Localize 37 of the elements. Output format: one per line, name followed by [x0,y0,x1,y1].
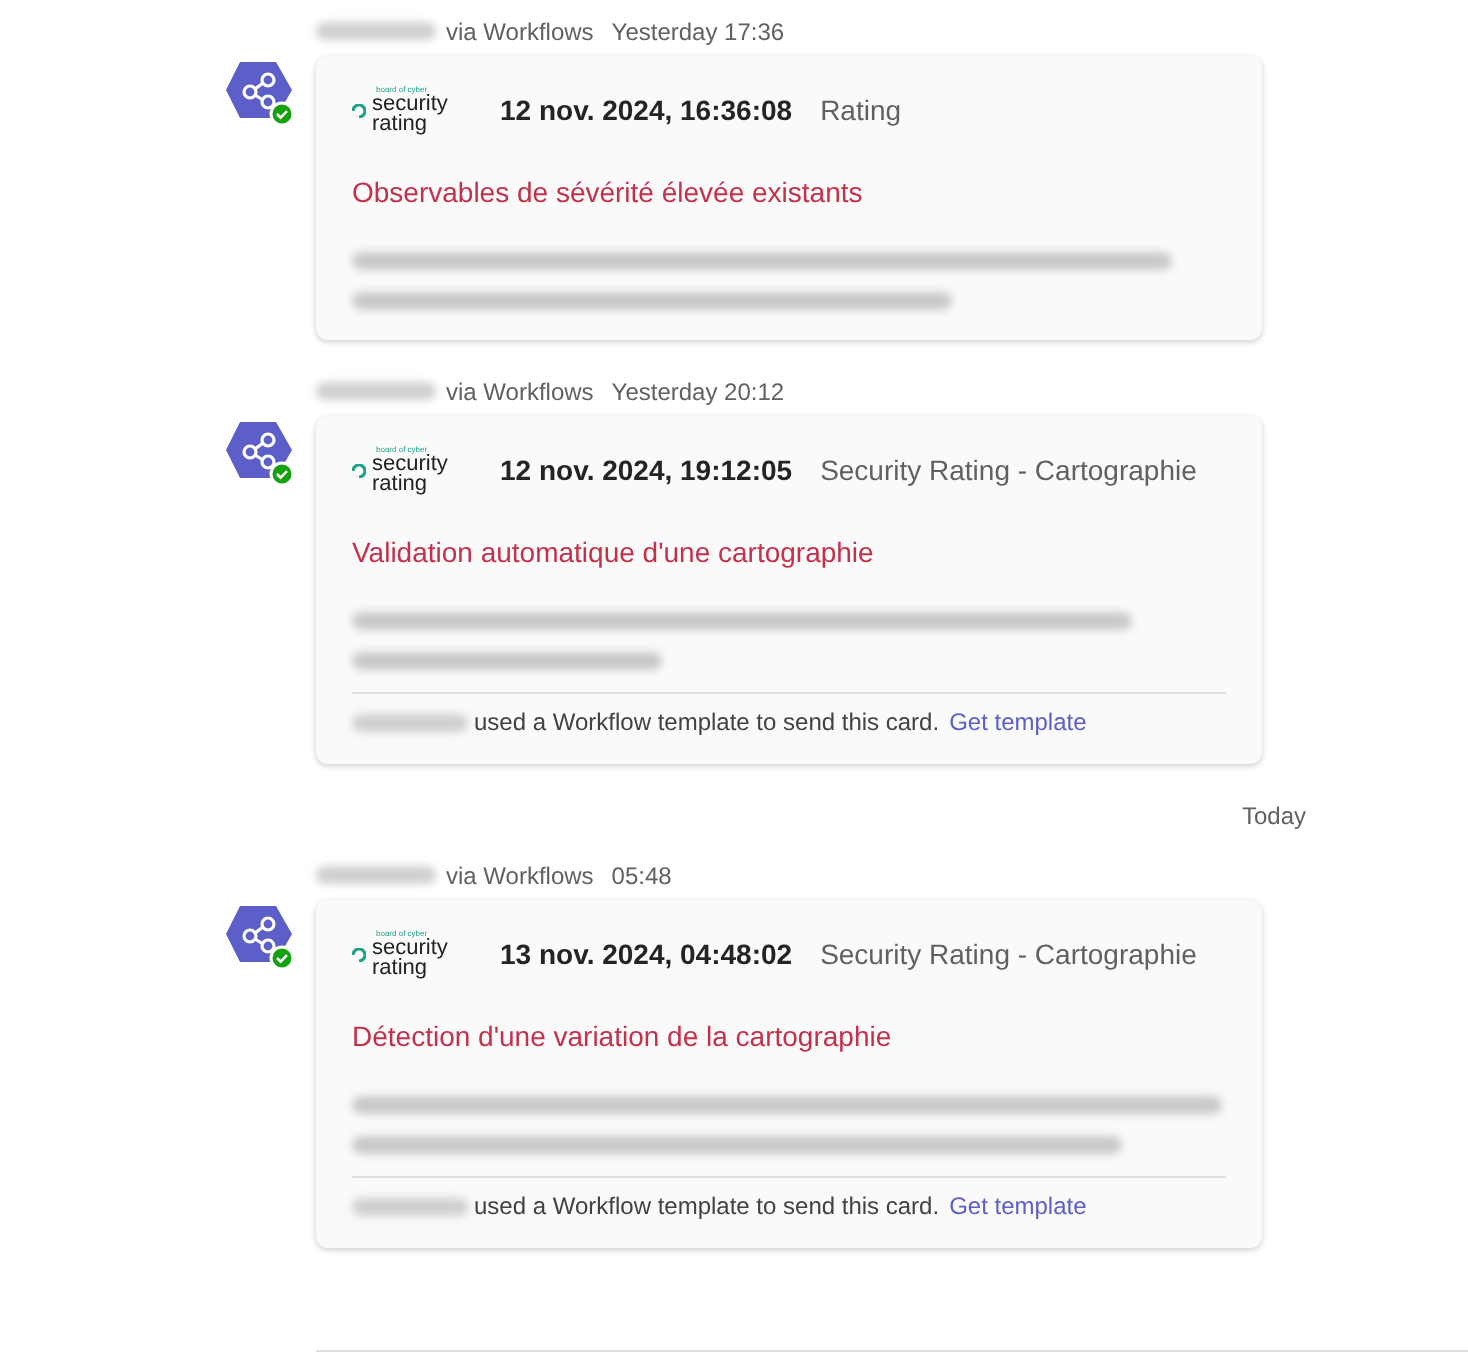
blurred-sender [316,866,436,884]
card-category: Security Rating - Cartographie [820,935,1197,974]
logo-text: rating [372,474,428,494]
blurred-sender [352,1197,468,1215]
via-label: via Workflows [446,375,594,409]
footer-text: used a Workflow template to send this card. [474,706,940,740]
logo-text: rating [372,958,428,978]
blurred-sender [316,22,436,40]
card-date: 13 nov. 2024, 04:48:02 [500,935,793,973]
card-category: Security Rating - Cartographie [820,451,1197,490]
logo-mark-icon [352,463,366,477]
logo-text: security [372,94,448,114]
blurred-sender [352,713,468,731]
via-label: via Workflows [446,859,594,893]
card-title: Observables de sévérité élevée existants [352,174,865,212]
card-title: Détection d'une variation de la cartographie [352,1018,894,1056]
get-template-link[interactable]: Get template [949,704,1087,740]
timestamp: 05:48 [611,859,672,893]
card-date: 12 nov. 2024, 19:12:05 [500,451,793,489]
logo-mark-icon [352,103,366,117]
logo-text: rating [372,114,428,134]
workflow-avatar-icon [224,904,296,972]
workflow-avatar-icon [224,60,296,128]
card-date: 12 nov. 2024, 16:36:08 [500,91,793,129]
footer-text: used a Workflow template to send this card. [474,1190,940,1224]
logo-text: security [372,938,448,958]
card-title: Validation automatique d'une cartographie [352,534,876,572]
timestamp: Yesterday 20:12 [611,375,785,409]
via-label: via Workflows [446,15,594,49]
logo-mark-icon [352,947,366,961]
workflow-avatar-icon [224,420,296,488]
timestamp: Yesterday 17:36 [611,15,785,49]
card-category: Rating [820,91,902,130]
blurred-sender [316,382,436,400]
logo-text: security [372,454,448,474]
date-divider: Today [1241,800,1306,834]
get-template-link[interactable]: Get template [949,1188,1087,1224]
